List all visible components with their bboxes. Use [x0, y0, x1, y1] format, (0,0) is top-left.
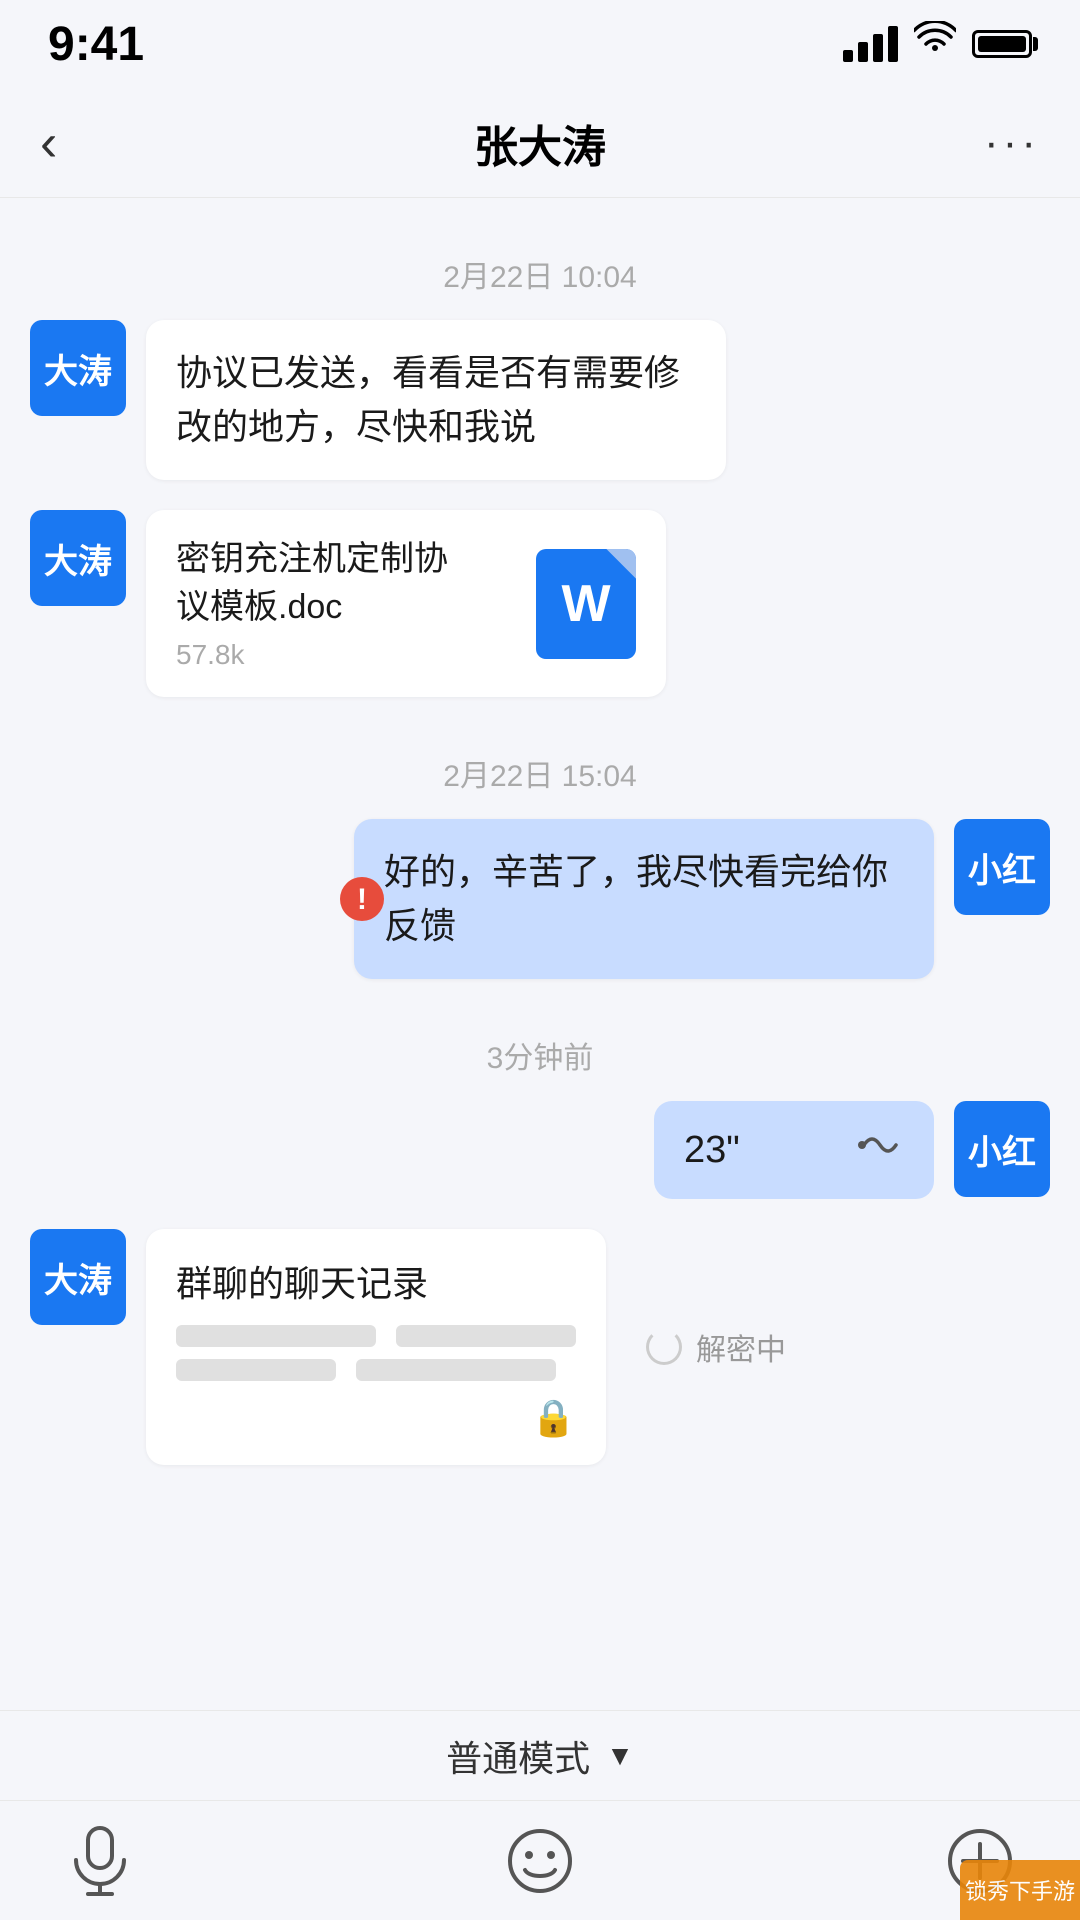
avatar-datao-1: 大涛: [30, 320, 126, 416]
emoji-button[interactable]: [500, 1821, 580, 1901]
mode-bar[interactable]: 普通模式 ▼: [0, 1710, 1080, 1800]
message-row-received-1: 大涛 协议已发送，看看是否有需要修改的地方，尽快和我说: [30, 320, 1050, 480]
message-row-file: 大涛 密钥充注机定制协议模板.doc 57.8k W: [30, 510, 1050, 697]
signal-icon: [843, 26, 898, 62]
bottom-toolbar: [0, 1800, 1080, 1920]
voice-duration: 23": [684, 1129, 740, 1172]
error-indicator: !: [340, 877, 384, 921]
file-bubble[interactable]: 密钥充注机定制协议模板.doc 57.8k W: [146, 510, 666, 697]
status-bar: 9:41: [0, 0, 1080, 88]
more-button[interactable]: ···: [960, 118, 1040, 168]
file-size: 57.8k: [176, 639, 476, 671]
avatar-datao-3: 大涛: [30, 1229, 126, 1325]
chat-title: 张大涛: [474, 111, 606, 175]
status-time: 9:41: [48, 17, 144, 72]
chat-header: ‹ 张大涛 ···: [0, 88, 1080, 198]
message-row-record: 大涛 群聊的聊天记录 🔒: [30, 1229, 1050, 1465]
mic-button[interactable]: [60, 1821, 140, 1901]
message-row-sent-1: 小红 ! 好的，辛苦了，我尽快看完给你反馈: [30, 819, 1050, 979]
chat-area: 2月22日 10:04 大涛 协议已发送，看看是否有需要修改的地方，尽快和我说 …: [0, 198, 1080, 1630]
voice-bubble[interactable]: 23": [654, 1101, 934, 1199]
word-file-icon: W: [536, 549, 636, 659]
message-bubble-sent-1[interactable]: ! 好的，辛苦了，我尽快看完给你反馈: [354, 819, 934, 979]
watermark: 锁秀下手游: [960, 1860, 1080, 1920]
battery-icon: [972, 30, 1032, 58]
timestamp-1: 2月22日 10:04: [30, 252, 1050, 296]
chat-record-bubble[interactable]: 群聊的聊天记录 🔒: [146, 1229, 606, 1465]
record-preview: [176, 1325, 576, 1381]
avatar-xiaohong-2: 小红: [954, 1101, 1050, 1197]
dropdown-arrow-icon: ▼: [606, 1740, 634, 1772]
message-bubble-received-1[interactable]: 协议已发送，看看是否有需要修改的地方，尽快和我说: [146, 320, 726, 480]
record-title: 群聊的聊天记录: [176, 1255, 576, 1307]
avatar-datao-2: 大涛: [30, 510, 126, 606]
status-icons: [843, 21, 1032, 67]
decrypt-label: 解密中: [696, 1325, 786, 1369]
decrypt-spinner-icon: [646, 1329, 682, 1365]
lock-icon: 🔒: [531, 1397, 576, 1439]
avatar-xiaohong-1: 小红: [954, 819, 1050, 915]
file-info: 密钥充注机定制协议模板.doc 57.8k: [176, 536, 476, 671]
voice-wave-icon: [854, 1123, 904, 1177]
wifi-icon: [914, 21, 956, 67]
decrypt-status: 解密中: [646, 1325, 786, 1369]
back-button[interactable]: ‹: [40, 113, 120, 173]
file-name: 密钥充注机定制协议模板.doc: [176, 536, 476, 631]
message-row-voice: 小红 23": [30, 1101, 1050, 1199]
timestamp-2: 2月22日 15:04: [30, 751, 1050, 795]
mode-label: 普通模式: [446, 1730, 590, 1782]
timestamp-3: 3分钟前: [30, 1033, 1050, 1077]
